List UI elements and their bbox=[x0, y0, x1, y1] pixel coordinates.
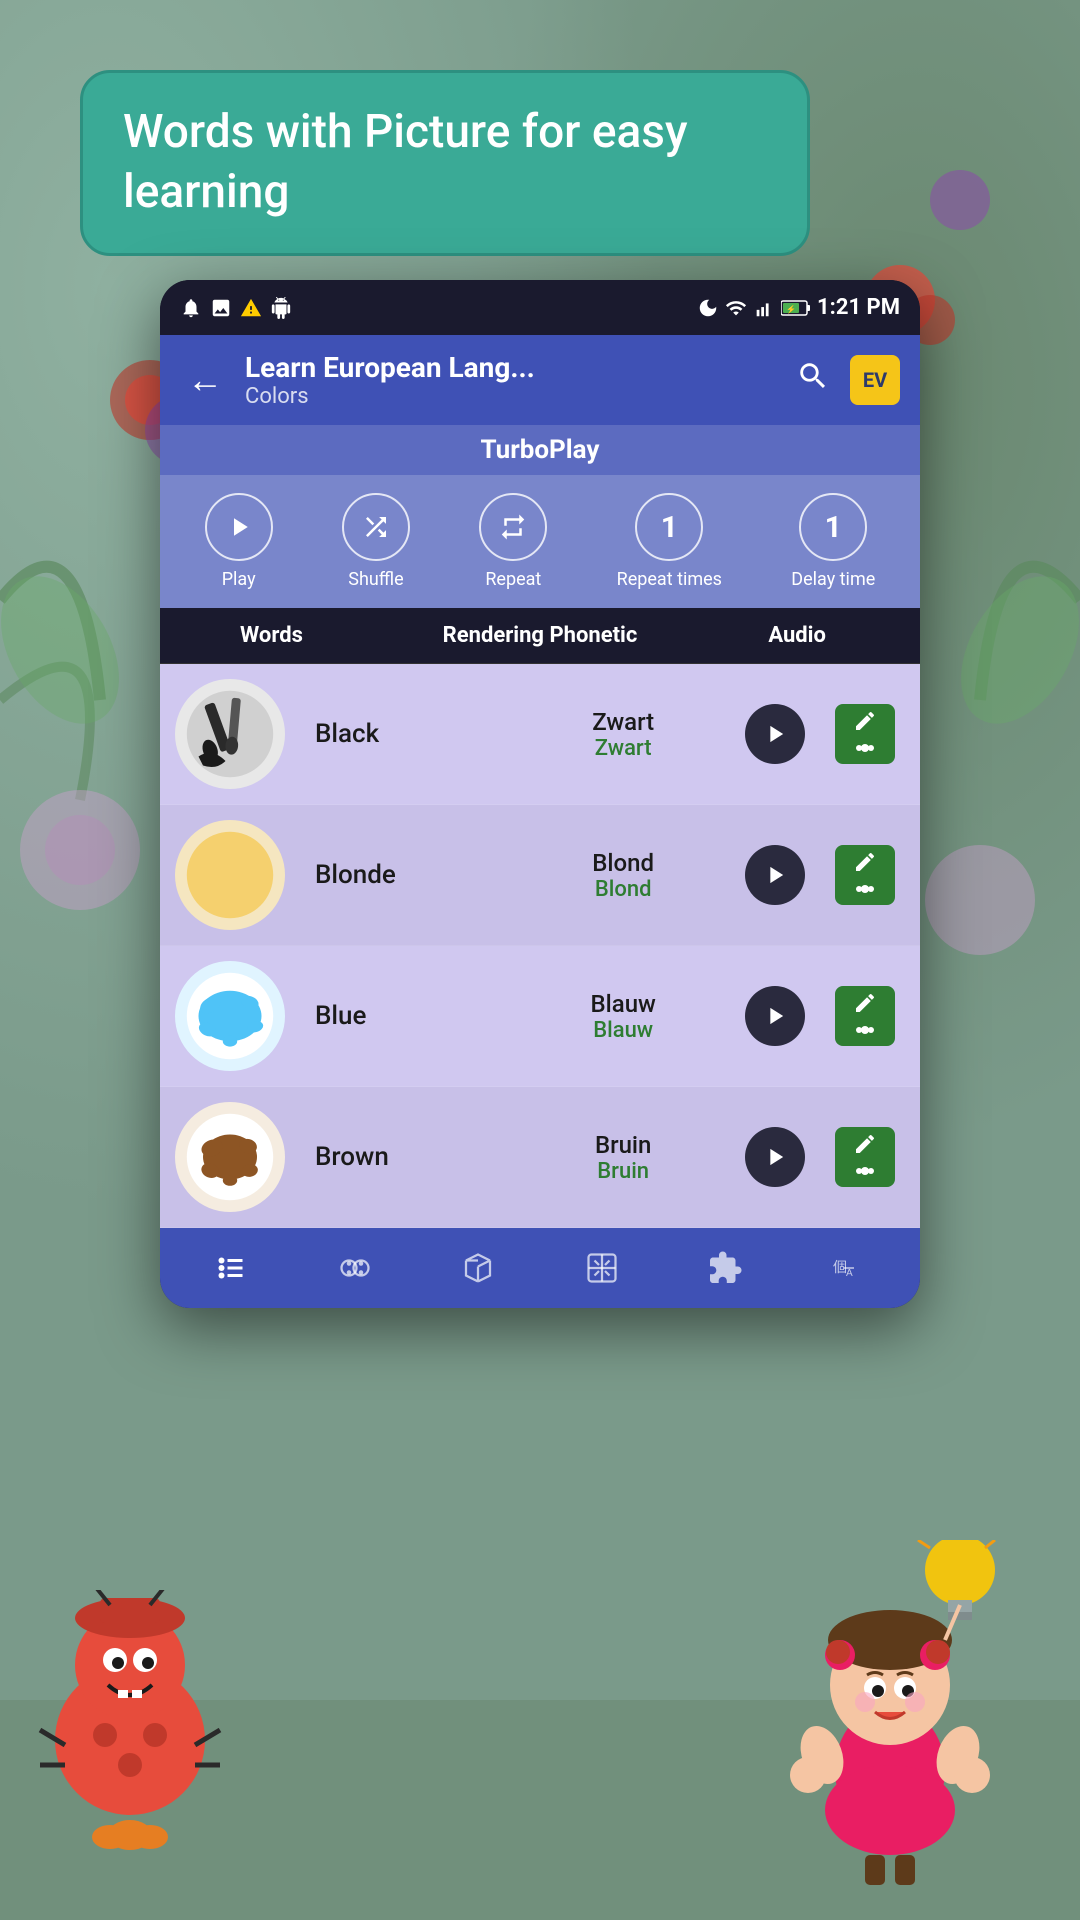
col-phonetic: Rendering Phonetic bbox=[386, 623, 695, 648]
nav-translate[interactable]: 個 A bbox=[813, 1238, 883, 1298]
word-row: Brown Bruin Bruin bbox=[160, 1087, 920, 1228]
nav-grid[interactable] bbox=[567, 1238, 637, 1298]
svg-text:A: A bbox=[846, 1268, 853, 1279]
words-list: Black Zwart Zwart Blonde Blond bbox=[160, 664, 920, 1228]
play-audio-blue[interactable] bbox=[745, 986, 805, 1046]
play-label: Play bbox=[222, 569, 256, 590]
app-bar-title-area: Learn European Lang... Colors bbox=[245, 351, 781, 409]
word-image-brown bbox=[175, 1102, 285, 1212]
word-translation-black: Zwart Zwart bbox=[511, 708, 735, 761]
word-row: Blue Blauw Blauw bbox=[160, 946, 920, 1087]
turboplay-bar: TurboPlay bbox=[160, 425, 920, 475]
bottom-nav: 個 A bbox=[160, 1228, 920, 1308]
svg-text:個: 個 bbox=[833, 1259, 847, 1275]
status-bar: ⚡ 1:21 PM bbox=[160, 280, 920, 335]
word-name-blonde: Blonde bbox=[315, 860, 501, 890]
image-icon bbox=[210, 297, 232, 319]
status-time: 1:21 PM bbox=[817, 295, 900, 320]
android-icon bbox=[270, 297, 292, 319]
word-image-blue bbox=[175, 961, 285, 1071]
word-row: Blonde Blond Blond bbox=[160, 805, 920, 946]
word-row: Black Zwart Zwart bbox=[160, 664, 920, 805]
shuffle-label: Shuffle bbox=[348, 569, 403, 590]
back-button[interactable]: ← bbox=[180, 359, 230, 401]
repeat-circle bbox=[479, 493, 547, 561]
phone-frame: ⚡ 1:21 PM ← Learn European Lang... Color… bbox=[160, 280, 920, 1308]
repeat-times-circle: 1 bbox=[635, 493, 703, 561]
col-words: Words bbox=[180, 623, 386, 648]
edit-brown[interactable] bbox=[835, 1127, 895, 1187]
wifi-icon bbox=[725, 297, 747, 319]
app-subtitle: Colors bbox=[245, 384, 781, 409]
delay-time-circle: 1 bbox=[799, 493, 867, 561]
word-image-blonde bbox=[175, 820, 285, 930]
word-translation-brown: Bruin Bruin bbox=[511, 1131, 735, 1184]
edit-black[interactable] bbox=[835, 704, 895, 764]
controls-bar: Play Shuffle Repeat 1 Repeat times bbox=[160, 475, 920, 608]
shuffle-button[interactable]: Shuffle bbox=[342, 493, 410, 590]
word-translation-blue: Blauw Blauw bbox=[511, 990, 735, 1043]
character-girl bbox=[760, 1540, 1020, 1890]
nav-puzzle[interactable] bbox=[690, 1238, 760, 1298]
status-icons-left bbox=[180, 297, 292, 319]
nav-box[interactable] bbox=[443, 1238, 513, 1298]
col-audio: Audio bbox=[694, 623, 900, 648]
repeat-label: Repeat bbox=[485, 569, 541, 590]
play-circle bbox=[205, 493, 273, 561]
repeat-times-label: Repeat times bbox=[617, 569, 722, 590]
speech-bubble-text: Words with Picture for easy learning bbox=[123, 103, 767, 223]
moon-icon bbox=[697, 297, 719, 319]
speech-bubble: Words with Picture for easy learning bbox=[80, 70, 810, 256]
word-translation-blonde: Blond Blond bbox=[511, 849, 735, 902]
warning-icon bbox=[240, 297, 262, 319]
edit-blue[interactable] bbox=[835, 986, 895, 1046]
signal-icon bbox=[753, 297, 775, 319]
app-bar-icons: EV bbox=[796, 355, 900, 405]
status-icons-right: ⚡ 1:21 PM bbox=[697, 295, 900, 320]
nav-list[interactable] bbox=[197, 1238, 267, 1298]
character-ladybug bbox=[30, 1590, 230, 1870]
turboplay-label: TurboPlay bbox=[481, 435, 600, 465]
word-name-brown: Brown bbox=[315, 1142, 501, 1172]
search-button[interactable] bbox=[796, 359, 830, 401]
nav-flashcard[interactable] bbox=[320, 1238, 390, 1298]
repeat-times-button[interactable]: 1 Repeat times bbox=[617, 493, 722, 590]
battery-icon: ⚡ bbox=[781, 299, 811, 317]
play-audio-black[interactable] bbox=[745, 704, 805, 764]
word-name-blue: Blue bbox=[315, 1001, 501, 1031]
play-button[interactable]: Play bbox=[205, 493, 273, 590]
table-header: Words Rendering Phonetic Audio bbox=[160, 608, 920, 664]
app-bar: ← Learn European Lang... Colors EV bbox=[160, 335, 920, 425]
repeat-button[interactable]: Repeat bbox=[479, 493, 547, 590]
logo-badge: EV bbox=[850, 355, 900, 405]
delay-time-button[interactable]: 1 Delay time bbox=[791, 493, 875, 590]
word-name-black: Black bbox=[315, 719, 501, 749]
app-title: Learn European Lang... bbox=[245, 351, 781, 384]
word-image-black bbox=[175, 679, 285, 789]
shuffle-circle bbox=[342, 493, 410, 561]
edit-blonde[interactable] bbox=[835, 845, 895, 905]
play-audio-brown[interactable] bbox=[745, 1127, 805, 1187]
svg-text:⚡: ⚡ bbox=[786, 304, 796, 314]
play-audio-blonde[interactable] bbox=[745, 845, 805, 905]
delay-time-label: Delay time bbox=[791, 569, 875, 590]
notification-icon bbox=[180, 297, 202, 319]
